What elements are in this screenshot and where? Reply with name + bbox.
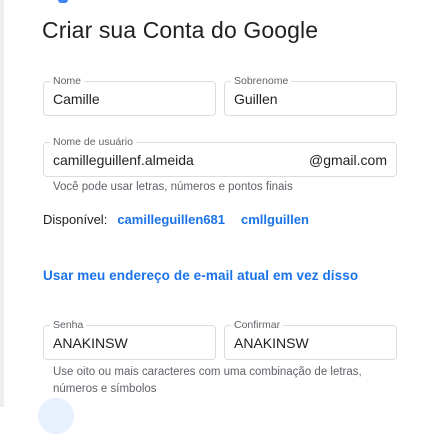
confirm-password-value: ANAKINSW <box>234 334 309 351</box>
use-existing-email-link[interactable]: Usar meu endereço de e-mail atual em vez… <box>43 268 358 283</box>
top-accent <box>58 0 68 3</box>
first-name-field[interactable]: Nome Camille <box>43 74 216 116</box>
password-field[interactable]: Senha ANAKINSW <box>43 318 216 360</box>
last-name-field[interactable]: Sobrenome Guillen <box>224 74 397 116</box>
first-name-value: Camille <box>53 90 100 107</box>
username-value: camilleguillenf.almeida <box>53 151 194 168</box>
availability-row: Disponível: camilleguillen681 cmllguille… <box>43 212 309 227</box>
suggestion-link-1[interactable]: camilleguillen681 <box>117 212 225 227</box>
window-edge <box>0 0 4 407</box>
checkbox-ripple[interactable] <box>38 398 74 434</box>
username-helper-text: Você pode usar letras, números e pontos … <box>53 181 293 193</box>
page-title: Criar sua Conta do Google <box>42 17 319 43</box>
last-name-value: Guillen <box>234 90 278 107</box>
gmail-domain-suffix: @gmail.com <box>308 151 387 168</box>
suggestion-link-2[interactable]: cmllguillen <box>241 212 309 227</box>
password-helper-text: Use oito ou mais caracteres com uma comb… <box>53 366 362 395</box>
username-field[interactable]: Nome de usuário camilleguillenf.almeida … <box>43 135 397 177</box>
password-value: ANAKINSW <box>53 334 128 351</box>
confirm-password-field[interactable]: Confirmar ANAKINSW <box>224 318 397 360</box>
availability-label: Disponível: <box>43 212 108 227</box>
